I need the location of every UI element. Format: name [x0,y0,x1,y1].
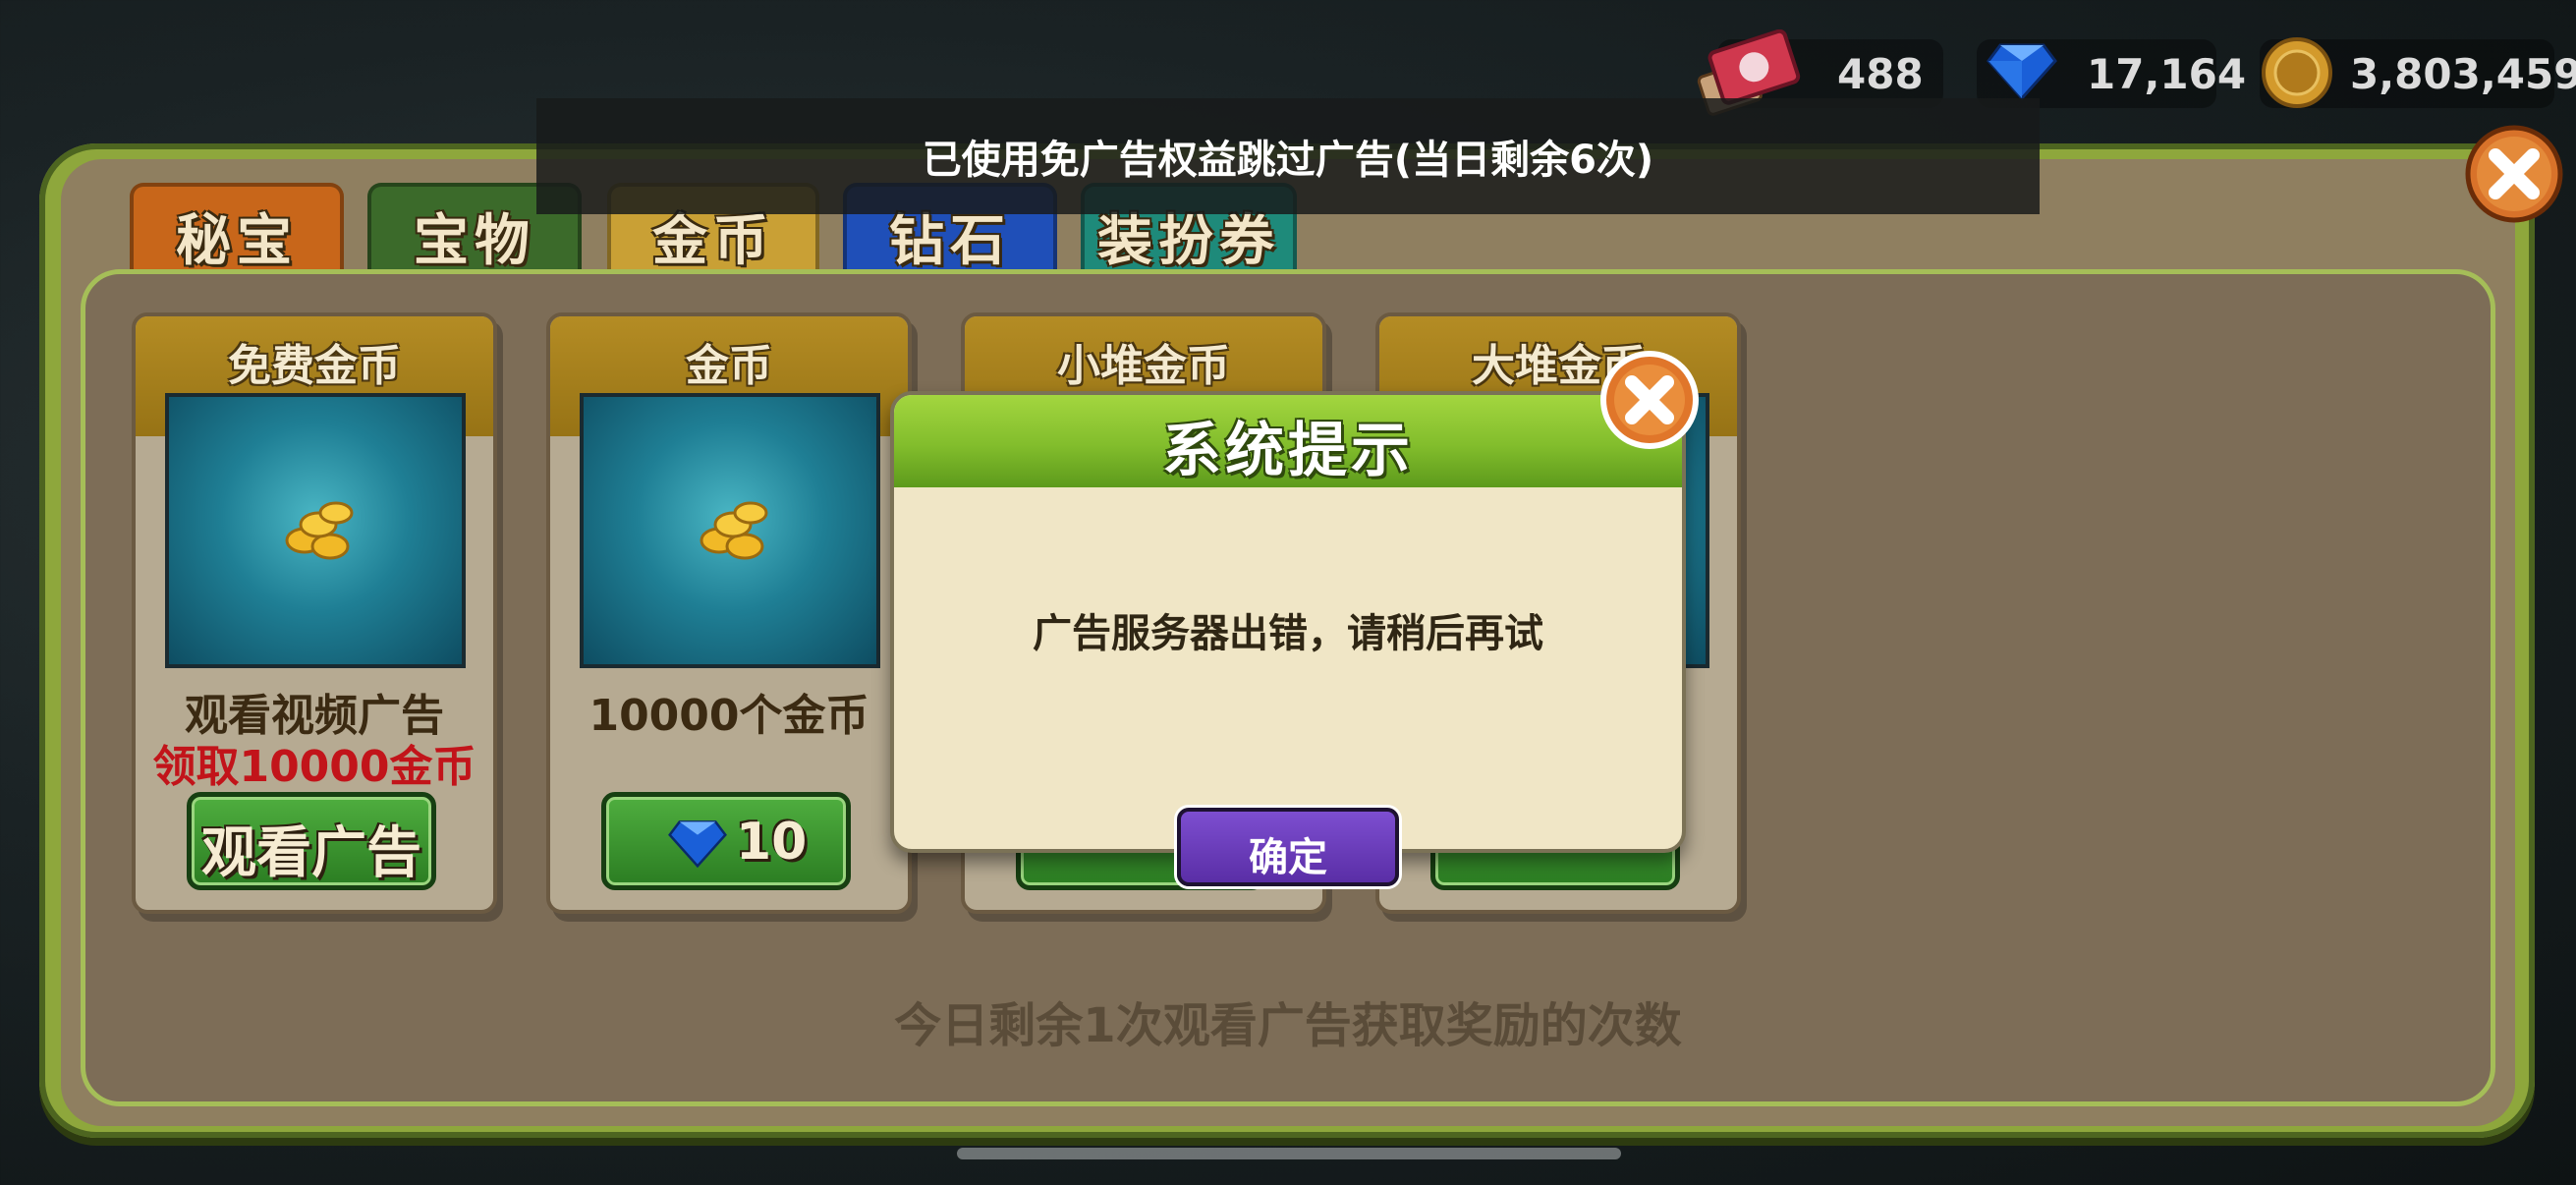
price-label: 10 [736,813,808,872]
coin-pile-icon [285,501,354,560]
toast-text: 已使用免广告权益跳过广告(当日剩余6次) [922,138,1654,183]
close-icon[interactable] [2464,124,2564,224]
gem-count: 17,164 [2087,50,2247,98]
card-image [165,393,466,668]
coin-pile-icon [700,501,768,560]
coin-count: 3,803,459 [2350,50,2576,98]
confirm-button[interactable]: 确定 [1177,808,1399,886]
watch-ad-button[interactable]: 观看广告 [187,792,436,890]
product-card-free-coins: 免费金币 观看视频广告 领取10000金币 观看广告 [132,312,497,914]
home-indicator[interactable] [957,1148,1621,1159]
product-card-coins: 金币 10000个金币 10 [546,312,912,914]
card-title: 小堆金币 [1057,341,1230,391]
dialog-message: 广告服务器出错，请稍后再试 [1033,611,1543,656]
watch-ad-label: 观看广告 [201,821,421,885]
buy-coins-button[interactable]: 10 [601,792,851,890]
card-description: 10000个金币 [588,691,869,741]
coin-icon [2262,37,2332,108]
close-icon[interactable] [1599,350,1700,450]
tab-secret-treasure[interactable]: 秘宝 [130,183,344,273]
card-title: 免费金币 [228,341,401,391]
toast-banner: 已使用免广告权益跳过广告(当日剩余6次) [536,98,2040,214]
card-title: 金币 [686,341,772,391]
gem-icon [1987,43,2057,100]
gem-icon [668,820,727,868]
dialog-title: 系统提示 [1162,417,1414,485]
system-dialog: 系统提示 广告服务器出错，请稍后再试 确定 [890,351,1699,886]
card-image [580,393,880,668]
confirm-label: 确定 [1249,835,1327,880]
ticket-count: 488 [1837,50,1924,98]
ad-remaining-note: 今日剩余1次观看广告获取奖励的次数 [894,998,1682,1053]
card-reward: 领取10000金币 [152,742,476,792]
